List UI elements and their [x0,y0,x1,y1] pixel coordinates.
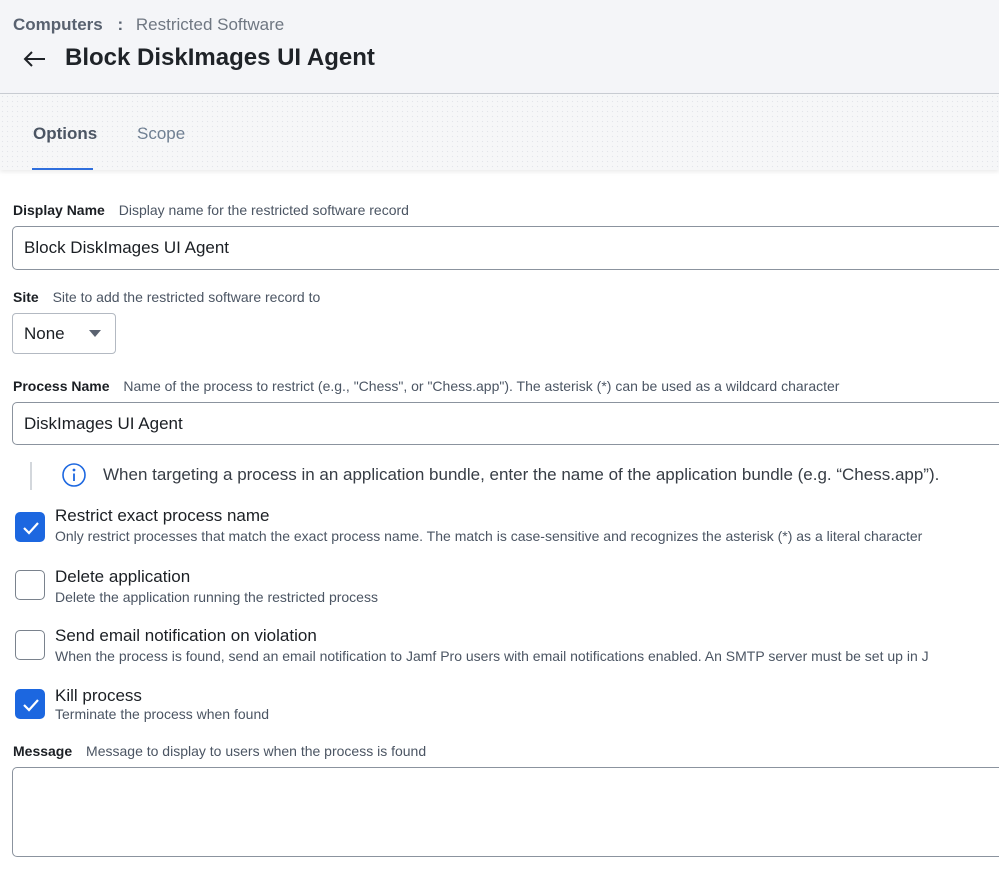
site-hint: Site to add the restricted software reco… [52,289,321,305]
display-name-hint: Display name for the restricted software… [118,202,409,218]
site-label: Site [13,289,39,305]
site-label-row: Site Site to add the restricted software… [13,289,320,305]
back-arrow-icon[interactable] [22,46,48,72]
process-name-label: Process Name [13,378,110,394]
page-header: Computers : Restricted Software Block Di… [0,0,999,94]
tab-scope[interactable]: Scope [137,124,185,144]
active-tab-indicator [32,168,93,170]
message-textarea[interactable] [12,767,999,857]
display-name-label: Display Name [13,202,105,218]
delete-application-checkbox[interactable] [15,570,45,600]
display-name-label-row: Display Name Display name for the restri… [13,202,409,218]
message-label: Message [13,743,73,759]
tab-options[interactable]: Options [33,124,97,144]
kill-process-title: Kill process [55,686,142,705]
tab-bar: Options Scope [0,94,999,170]
checkmark-icon [23,699,39,712]
breadcrumb-computers[interactable]: Computers [13,15,103,34]
message-label-row: Message Message to display to users when… [13,743,426,759]
send-email-notification-title: Send email notification on violation [55,626,317,645]
info-note-text: When targeting a process in an applicati… [103,465,940,484]
site-select[interactable]: None [12,313,116,354]
display-name-input[interactable]: Block DiskImages UI Agent [12,226,999,270]
process-name-input[interactable]: DiskImages UI Agent [12,402,999,445]
site-select-value: None [24,324,65,343]
delete-application-title: Delete application [55,567,191,586]
restrict-exact-process-name-desc: Only restrict processes that match the e… [55,528,923,544]
kill-process-desc: Terminate the process when found [55,706,270,722]
process-name-label-row: Process Name Name of the process to rest… [13,378,839,394]
breadcrumb-separator: : [117,15,124,34]
restrict-exact-process-name-title: Restrict exact process name [55,506,270,525]
breadcrumb: Computers : Restricted Software [13,15,284,35]
send-email-notification-desc: When the process is found, send an email… [55,648,929,664]
send-email-notification-checkbox[interactable] [15,630,45,660]
page-title: Block DiskImages UI Agent [65,44,375,71]
breadcrumb-restricted-software[interactable]: Restricted Software [136,15,284,34]
process-name-hint: Name of the process to restrict (e.g., "… [123,378,840,394]
checkmark-icon [23,522,39,535]
info-circle-icon [61,462,87,488]
info-note-bar [30,462,32,490]
message-hint: Message to display to users when the pro… [86,743,427,759]
kill-process-checkbox[interactable] [15,689,45,719]
restrict-exact-process-name-checkbox[interactable] [15,512,45,542]
delete-application-desc: Delete the application running the restr… [55,589,378,605]
caret-down-icon [89,330,101,337]
